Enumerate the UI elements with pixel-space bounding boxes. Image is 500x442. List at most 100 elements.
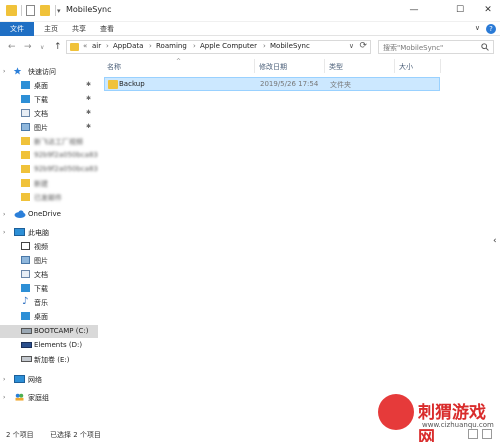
- breadcrumb-separator[interactable]: ›: [149, 42, 152, 50]
- sidebar-item-drive-e[interactable]: 新加卷 (E:): [0, 353, 98, 366]
- sidebar-item-onedrive[interactable]: › OneDrive: [0, 208, 98, 221]
- recent-locations-dropdown[interactable]: ∨: [40, 42, 44, 54]
- star-icon: [13, 67, 22, 75]
- address-dropdown-icon[interactable]: ∨: [349, 42, 354, 50]
- ribbon-expand-icon[interactable]: ∨: [475, 24, 480, 32]
- sidebar-item-label: 文档: [34, 271, 48, 279]
- sidebar-item-documents-pc[interactable]: 文档: [0, 268, 98, 281]
- column-divider[interactable]: [324, 59, 325, 73]
- help-icon[interactable]: ?: [486, 24, 496, 34]
- close-button[interactable]: ✕: [478, 4, 498, 16]
- preview-pane-expand-icon[interactable]: ‹: [493, 236, 497, 246]
- navigation-bar: ← → ∨ ↑ « air › AppData › Roaming › Appl…: [0, 37, 500, 57]
- sidebar-item-label: 桌面: [34, 313, 48, 321]
- sidebar-item-label: 下载: [34, 285, 48, 293]
- selection-count: 已选择 2 个项目: [50, 431, 101, 439]
- column-modified-header[interactable]: 修改日期: [259, 62, 287, 72]
- sidebar-item-label: 新建: [34, 180, 48, 188]
- sidebar-item-label: 此电脑: [28, 229, 49, 237]
- folder-icon: [21, 193, 30, 201]
- cloud-icon: [14, 210, 26, 218]
- sidebar-item-downloads[interactable]: 下载 ✱: [0, 93, 98, 106]
- sidebar-item-this-pc[interactable]: › 此电脑: [0, 226, 98, 239]
- breadcrumb-separator[interactable]: ›: [193, 42, 196, 50]
- properties-icon[interactable]: [26, 5, 35, 16]
- sidebar-item-videos[interactable]: 视频: [0, 240, 98, 253]
- sidebar-item-label: 快速访问: [28, 68, 56, 76]
- refresh-icon[interactable]: ⟳: [359, 41, 367, 51]
- sidebar-item-label: BOOTCAMP (C:): [34, 327, 89, 335]
- sidebar-item-recent-folder[interactable]: 92b9f2a050bca83: [0, 149, 98, 162]
- sidebar-item-music[interactable]: ♪ 音乐: [0, 296, 98, 309]
- expand-arrow-icon[interactable]: ›: [3, 68, 5, 75]
- folder-icon: [21, 137, 30, 145]
- breadcrumb-mobilesync[interactable]: MobileSync: [270, 42, 310, 50]
- expand-arrow-icon[interactable]: ›: [3, 211, 5, 218]
- sidebar-item-desktop-pc[interactable]: 桌面: [0, 310, 98, 323]
- sidebar-item-pictures-pc[interactable]: 图片: [0, 254, 98, 267]
- breadcrumb-separator[interactable]: ›: [263, 42, 266, 50]
- expand-arrow-icon[interactable]: ›: [3, 394, 5, 401]
- tab-home[interactable]: 主页: [36, 22, 66, 36]
- sidebar-item-label: 音乐: [34, 299, 48, 307]
- sidebar-item-recent-folder[interactable]: 新建: [0, 177, 98, 190]
- breadcrumb-apple-computer[interactable]: Apple Computer: [200, 42, 257, 50]
- sidebar-item-label: 图片: [34, 124, 48, 132]
- column-divider[interactable]: [440, 59, 441, 73]
- expand-arrow-icon[interactable]: ›: [3, 229, 5, 236]
- up-button[interactable]: ↑: [54, 41, 62, 53]
- expand-arrow-icon[interactable]: ›: [3, 376, 5, 383]
- breadcrumb-roaming[interactable]: Roaming: [156, 42, 187, 50]
- column-name-header[interactable]: 名称: [107, 62, 121, 72]
- back-button[interactable]: ←: [8, 41, 16, 53]
- pin-icon[interactable]: ✱: [86, 123, 91, 130]
- desktop-icon: [21, 81, 30, 89]
- music-icon: ♪: [22, 296, 29, 307]
- sidebar-item-drive-d[interactable]: Elements (D:): [0, 339, 98, 352]
- address-bar[interactable]: « air › AppData › Roaming › Apple Comput…: [66, 40, 371, 54]
- search-input[interactable]: 搜索"MobileSync": [378, 40, 494, 54]
- file-row-backup[interactable]: Backup 2019/5/26 17:54 文件夹: [104, 77, 440, 91]
- breadcrumb-appdata[interactable]: AppData: [113, 42, 143, 50]
- pin-icon[interactable]: ✱: [86, 109, 91, 116]
- sidebar-item-network[interactable]: › 网络: [0, 373, 98, 386]
- pin-icon[interactable]: ✱: [86, 95, 91, 102]
- folder-icon: [6, 5, 17, 16]
- maximize-button[interactable]: ☐: [450, 4, 470, 16]
- tab-view[interactable]: 查看: [92, 22, 122, 36]
- sidebar-item-recent-folder[interactable]: 新飞达工厂视频: [0, 135, 98, 148]
- breadcrumb-air[interactable]: air: [92, 42, 101, 50]
- sidebar-item-pictures[interactable]: 图片 ✱: [0, 121, 98, 134]
- breadcrumb-overflow[interactable]: «: [83, 42, 87, 50]
- forward-button[interactable]: →: [24, 41, 32, 53]
- new-folder-icon[interactable]: [40, 5, 50, 16]
- quick-access-toolbar-dropdown-icon[interactable]: ▾: [57, 7, 61, 15]
- sidebar-item-label: 视频: [34, 243, 48, 251]
- sidebar-item-homegroup[interactable]: › 家庭组: [0, 391, 98, 404]
- document-icon: [21, 270, 30, 278]
- sidebar-item-downloads-pc[interactable]: 下载: [0, 282, 98, 295]
- sidebar-item-desktop[interactable]: 桌面 ✱: [0, 79, 98, 92]
- sidebar-item-recent-folder[interactable]: 已发邮件: [0, 191, 98, 204]
- column-divider[interactable]: [254, 59, 255, 73]
- pin-icon[interactable]: ✱: [86, 81, 91, 88]
- sidebar-item-drive-c[interactable]: BOOTCAMP (C:): [0, 325, 98, 338]
- column-divider[interactable]: [394, 59, 395, 73]
- breadcrumb-separator[interactable]: ›: [106, 42, 109, 50]
- folder-icon: [21, 165, 30, 173]
- navigation-pane: › 快速访问 桌面 ✱ 下载 ✱ 文档 ✱ 图片 ✱ 新飞达工厂视频 92b9f…: [0, 59, 98, 423]
- tab-file[interactable]: 文件: [0, 22, 34, 36]
- sidebar-item-recent-folder[interactable]: 92b9f2a050bca83: [0, 163, 98, 176]
- file-modified: 2019/5/26 17:54: [260, 80, 319, 88]
- sidebar-item-quick-access[interactable]: › 快速访问: [0, 65, 98, 78]
- column-size-header[interactable]: 大小: [399, 62, 413, 72]
- sidebar-item-label: 新飞达工厂视频: [34, 138, 83, 146]
- picture-icon: [21, 123, 30, 131]
- tab-share[interactable]: 共享: [64, 22, 94, 36]
- minimize-button[interactable]: —: [404, 4, 424, 16]
- separator: [55, 5, 56, 16]
- column-type-header[interactable]: 类型: [329, 62, 343, 72]
- sidebar-item-documents[interactable]: 文档 ✱: [0, 107, 98, 120]
- column-headers: ^ 名称 修改日期 类型 大小: [103, 58, 483, 73]
- drive-e-icon: [21, 356, 32, 362]
